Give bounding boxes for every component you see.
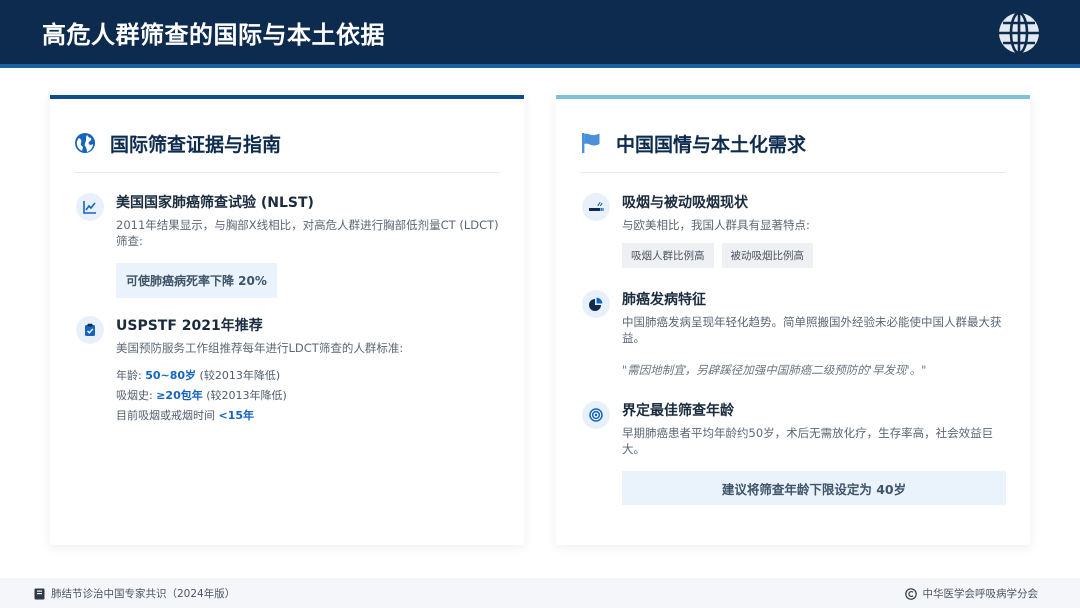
header-stripe — [0, 64, 1080, 68]
globe-icon — [999, 11, 1039, 55]
flag-icon — [582, 133, 600, 153]
china-localization-card: 中国国情与本土化需求 吸烟与被动吸烟现状 与欧美相比，我国人群具有显著特点: 吸… — [556, 95, 1030, 545]
uspstf-title: USPSTF 2021年推荐 — [116, 318, 263, 334]
divider — [74, 172, 500, 173]
features-quote: "需因地制宜，另辟蹊径加强中国肺癌二级预防的'早发现'。" — [622, 363, 927, 377]
criteria-label: 年龄: — [116, 369, 146, 382]
header-bar: 高危人群筛查的国际与本土依据 — [0, 0, 1080, 64]
card-title: 国际筛查证据与指南 — [110, 133, 282, 156]
globe-icon — [75, 133, 95, 153]
international-evidence-card: 国际筛查证据与指南 美国国家肺癌筛查试验 (NLST) 2011年结果显示，与胸… — [50, 95, 524, 545]
pie-chart-icon — [582, 290, 610, 318]
nlst-section: 美国国家肺癌筛查试验 (NLST) 2011年结果显示，与胸部X线相比，对高危人… — [74, 193, 500, 303]
criteria-item-quit-time: 目前吸烟或戒烟时间 <15年 — [116, 406, 500, 426]
footer-copyright-text: 中华医学会呼吸病学分会 — [922, 588, 1039, 600]
tag-passive-smoking-rate: 被动吸烟比例高 — [721, 243, 813, 268]
page-title: 高危人群筛查的国际与本土依据 — [42, 21, 385, 49]
smoking-section: 吸烟与被动吸烟现状 与欧美相比，我国人群具有显著特点: 吸烟人群比例高 被动吸烟… — [580, 193, 1006, 273]
criteria-item-age: 年龄: 50~80岁 (较2013年降低) — [116, 366, 500, 386]
nlst-highlight: 可使肺癌病死率下降 20% — [116, 263, 277, 298]
criteria-list: 年龄: 50~80岁 (较2013年降低) 吸烟史: ≥20包年 (较2013年… — [116, 366, 500, 426]
card-header: 国际筛查证据与指南 — [74, 127, 500, 159]
age-section: 界定最佳筛查年龄 早期肺癌患者平均年龄约50岁，术后无需放化疗，生存率高，社会效… — [580, 401, 1006, 465]
smoking-tags: 吸烟人群比例高 被动吸烟比例高 — [622, 243, 1006, 268]
age-recommendation: 建议将筛查年龄下限设定为 40岁 — [622, 471, 1006, 505]
criteria-label: 吸烟史: — [116, 389, 157, 402]
card-header: 中国国情与本土化需求 — [580, 127, 1006, 159]
smoking-title: 吸烟与被动吸烟现状 — [622, 195, 748, 211]
book-icon — [34, 588, 45, 599]
chart-line-icon — [76, 193, 104, 221]
criteria-label: 目前吸烟或戒烟时间 — [116, 409, 219, 422]
target-icon — [582, 401, 610, 429]
criteria-value: ≥20包年 — [156, 389, 203, 402]
divider — [580, 172, 1006, 173]
nlst-text: 2011年结果显示，与胸部X线相比，对高危人群进行胸部低剂量CT (LDCT) … — [116, 218, 499, 248]
uspstf-section: USPSTF 2021年推荐 美国预防服务工作组推荐每年进行LDCT筛查的人群标… — [74, 316, 500, 436]
criteria-value: <15年 — [218, 409, 255, 422]
criteria-note: (较2013年降低) — [196, 369, 281, 382]
footer-source: 肺结节诊治中国专家共识（2024年版） — [34, 586, 235, 601]
features-section: 肺癌发病特征 中国肺癌发病呈现年轻化趋势。简单照搬国外经验未必能使中国人群最大获… — [580, 290, 1006, 386]
footer-copyright: 中华医学会呼吸病学分会 — [904, 586, 1039, 601]
footer-source-text: 肺结节诊治中国专家共识（2024年版） — [51, 588, 236, 600]
criteria-note: (较2013年降低) — [202, 389, 287, 402]
features-text: 中国肺癌发病呈现年轻化趋势。简单照搬国外经验未必能使中国人群最大获益。 — [622, 315, 1002, 345]
footer: 肺结节诊治中国专家共识（2024年版） 中华医学会呼吸病学分会 — [0, 578, 1080, 608]
uspstf-text: 美国预防服务工作组推荐每年进行LDCT筛查的人群标准: — [116, 341, 404, 355]
card-title: 中国国情与本土化需求 — [616, 133, 807, 156]
criteria-value: 50~80岁 — [145, 369, 197, 382]
criteria-item-smoking-history: 吸烟史: ≥20包年 (较2013年降低) — [116, 386, 500, 406]
nlst-title: 美国国家肺癌筛查试验 (NLST) — [116, 195, 314, 211]
age-text: 早期肺癌患者平均年龄约50岁，术后无需放化疗，生存率高，社会效益巨大。 — [622, 426, 994, 456]
smoking-text: 与欧美相比，我国人群具有显著特点: — [622, 218, 810, 232]
age-title: 界定最佳筛查年龄 — [622, 403, 734, 419]
copyright-icon — [904, 587, 917, 600]
features-title: 肺癌发病特征 — [622, 292, 706, 308]
tag-smoking-rate: 吸烟人群比例高 — [622, 243, 714, 268]
clipboard-check-icon — [76, 316, 104, 344]
cigarette-icon — [582, 193, 610, 221]
